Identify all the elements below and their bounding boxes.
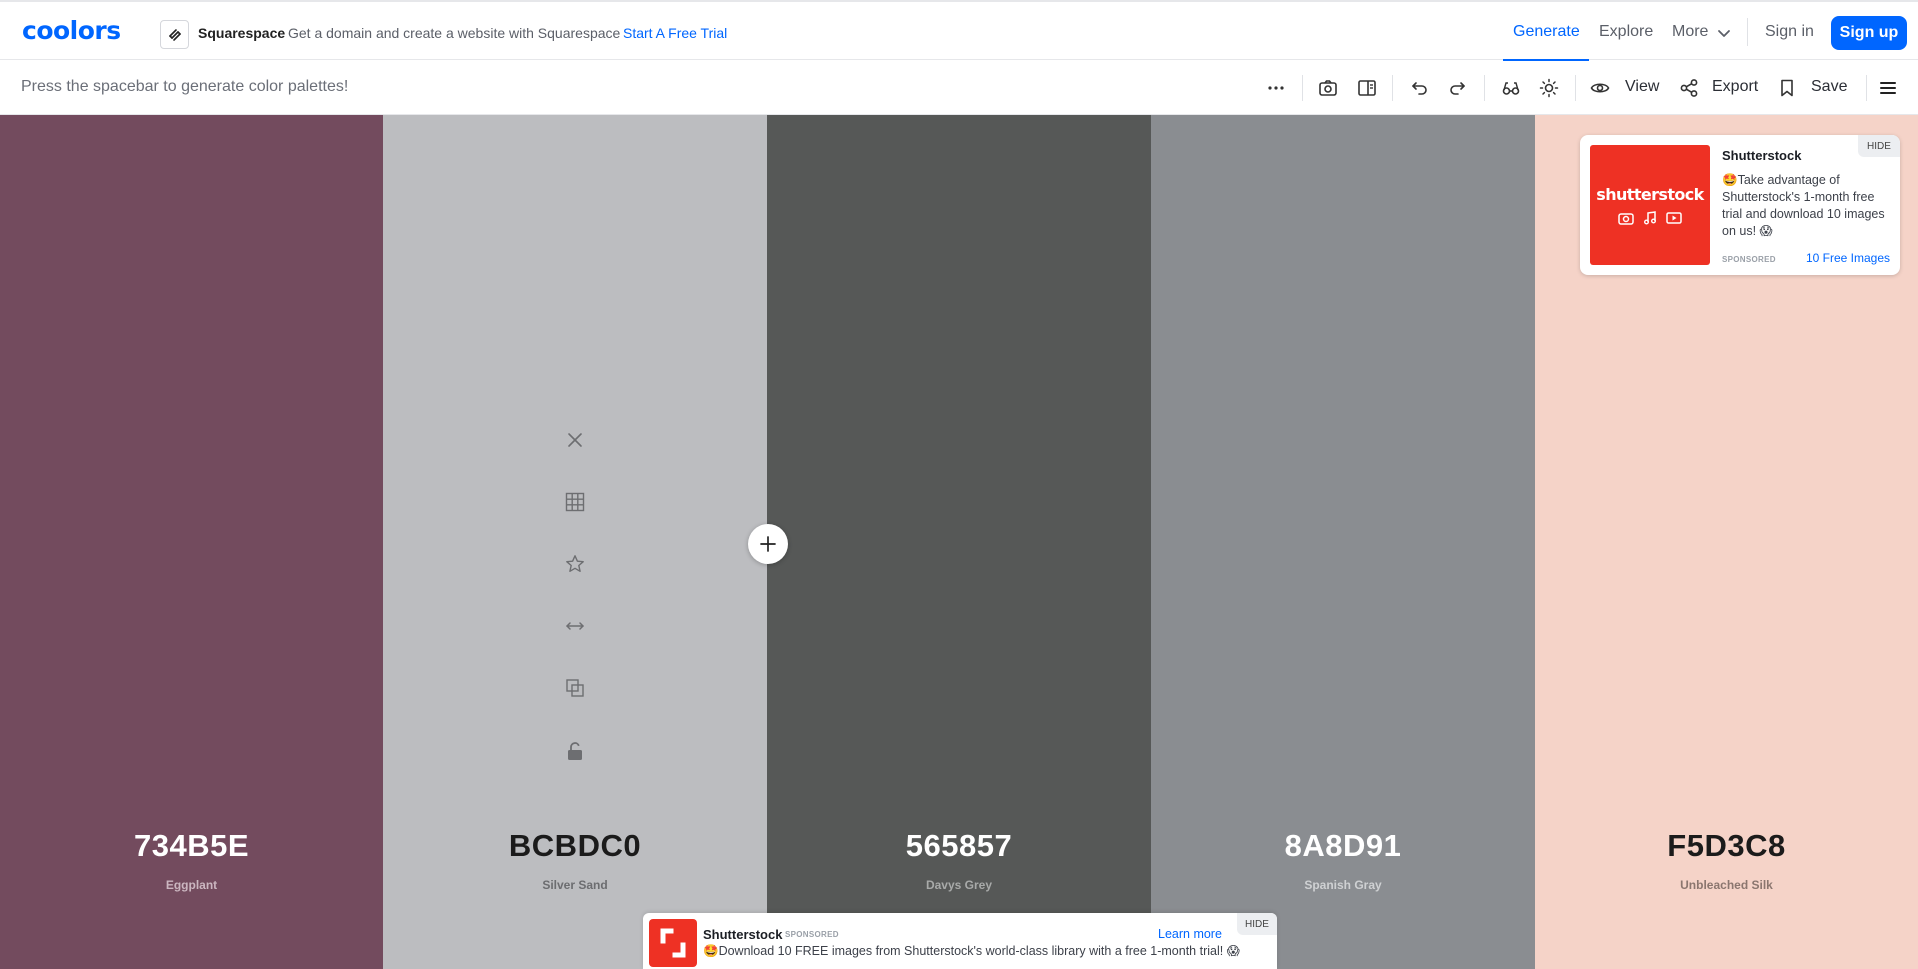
banner-title[interactable]: Shutterstock: [703, 927, 782, 942]
share-icon[interactable]: [1677, 76, 1701, 100]
camera-icon[interactable]: [1316, 76, 1340, 100]
ad-title[interactable]: Shutterstock: [1722, 148, 1801, 163]
squarespace-logo-icon[interactable]: [160, 20, 189, 49]
hide-ad-button[interactable]: HIDE: [1858, 135, 1900, 157]
toolbar-divider: [1575, 75, 1576, 101]
sign-in-link[interactable]: Sign in: [1765, 23, 1814, 41]
star-icon[interactable]: [563, 552, 587, 576]
undo-icon[interactable]: [1407, 76, 1431, 100]
top-navbar: coolors Squarespace Get a domain and cre…: [0, 0, 1918, 61]
learn-more-link[interactable]: Learn more: [1158, 927, 1222, 941]
add-color-button[interactable]: [748, 524, 788, 564]
bookmark-icon[interactable]: [1775, 76, 1799, 100]
color-column[interactable]: BCBDC0 Silver Sand: [383, 115, 767, 969]
sponsor-cta-link[interactable]: Start A Free Trial: [623, 25, 727, 41]
camera-icon: [1618, 213, 1634, 225]
hex-code[interactable]: 565857: [767, 828, 1151, 864]
spacebar-hint: Press the spacebar to generate color pal…: [21, 78, 349, 95]
toolbar-divider: [1866, 75, 1867, 101]
chevron-down-icon[interactable]: [1717, 26, 1731, 45]
ad-cta-link[interactable]: 10 Free Images: [1806, 251, 1890, 265]
nav-generate-link[interactable]: Generate: [1513, 23, 1580, 41]
hex-code[interactable]: 734B5E: [0, 828, 383, 864]
sponsored-label: SPONSORED: [785, 930, 839, 939]
glasses-icon[interactable]: [1499, 76, 1523, 100]
sponsored-label: SPONSORED: [1722, 255, 1776, 264]
color-column[interactable]: 8A8D91 Spanish Gray: [1151, 115, 1535, 969]
color-name[interactable]: Eggplant: [0, 878, 383, 892]
video-icon: [1666, 212, 1682, 224]
ad-body-text: 🤩Take advantage of Shutterstock's 1-mont…: [1722, 173, 1885, 238]
music-icon: [1644, 211, 1656, 225]
coolors-logo[interactable]: coolors: [22, 16, 121, 45]
redo-icon[interactable]: [1446, 76, 1470, 100]
toolbar-divider: [1392, 75, 1393, 101]
menu-icon[interactable]: [1876, 76, 1900, 100]
eye-icon[interactable]: [1588, 76, 1612, 100]
sponsored-banner[interactable]: Shutterstock SPONSORED 🤩Download 10 FREE…: [643, 913, 1277, 969]
hex-code[interactable]: 8A8D91: [1151, 828, 1535, 864]
nav-explore-link[interactable]: Explore: [1599, 23, 1653, 41]
save-button[interactable]: Save: [1811, 78, 1847, 96]
nav-divider: [1747, 18, 1748, 46]
sponsored-ad-card[interactable]: shutterstock Shutterstock 🤩Take advantag…: [1580, 135, 1900, 275]
color-name[interactable]: Unbleached Silk: [1535, 878, 1918, 892]
hex-code[interactable]: BCBDC0: [383, 828, 767, 864]
unlock-icon[interactable]: [563, 739, 587, 763]
hex-code[interactable]: F5D3C8: [1535, 828, 1918, 864]
color-column[interactable]: 565857 Davys Grey: [767, 115, 1151, 969]
view-button[interactable]: View: [1625, 78, 1659, 96]
color-name[interactable]: Davys Grey: [767, 878, 1151, 892]
copy-icon[interactable]: [563, 676, 587, 700]
color-name[interactable]: Silver Sand: [383, 878, 767, 892]
more-dots-icon[interactable]: [1264, 76, 1288, 100]
sign-up-button[interactable]: Sign up: [1831, 16, 1907, 50]
nav-more-menu[interactable]: More: [1672, 23, 1708, 41]
toolbar-divider: [1484, 75, 1485, 101]
plus-icon: [760, 536, 776, 552]
close-icon[interactable]: [563, 428, 587, 452]
hide-banner-button[interactable]: HIDE: [1237, 913, 1277, 935]
color-name[interactable]: Spanish Gray: [1151, 878, 1535, 892]
grid-icon[interactable]: [563, 490, 587, 514]
drag-arrows-icon[interactable]: [563, 614, 587, 638]
export-button[interactable]: Export: [1712, 78, 1758, 96]
sponsor-name: Squarespace: [198, 25, 286, 41]
sponsor-text: Get a domain and create a website with S…: [288, 25, 621, 41]
ad-image-wordmark: shutterstock: [1596, 185, 1704, 204]
panel-icon[interactable]: [1355, 76, 1379, 100]
shutterstock-logo-icon[interactable]: [649, 919, 697, 967]
sun-icon[interactable]: [1537, 76, 1561, 100]
generator-toolbar: Press the spacebar to generate color pal…: [0, 61, 1918, 115]
color-column[interactable]: 734B5E Eggplant: [0, 115, 383, 969]
ad-image-icons: [1590, 211, 1710, 225]
toolbar-divider: [1302, 75, 1303, 101]
banner-body-text: 🤩Download 10 FREE images from Shuttersto…: [703, 944, 1240, 958]
shutterstock-ad-image[interactable]: shutterstock: [1590, 145, 1710, 265]
